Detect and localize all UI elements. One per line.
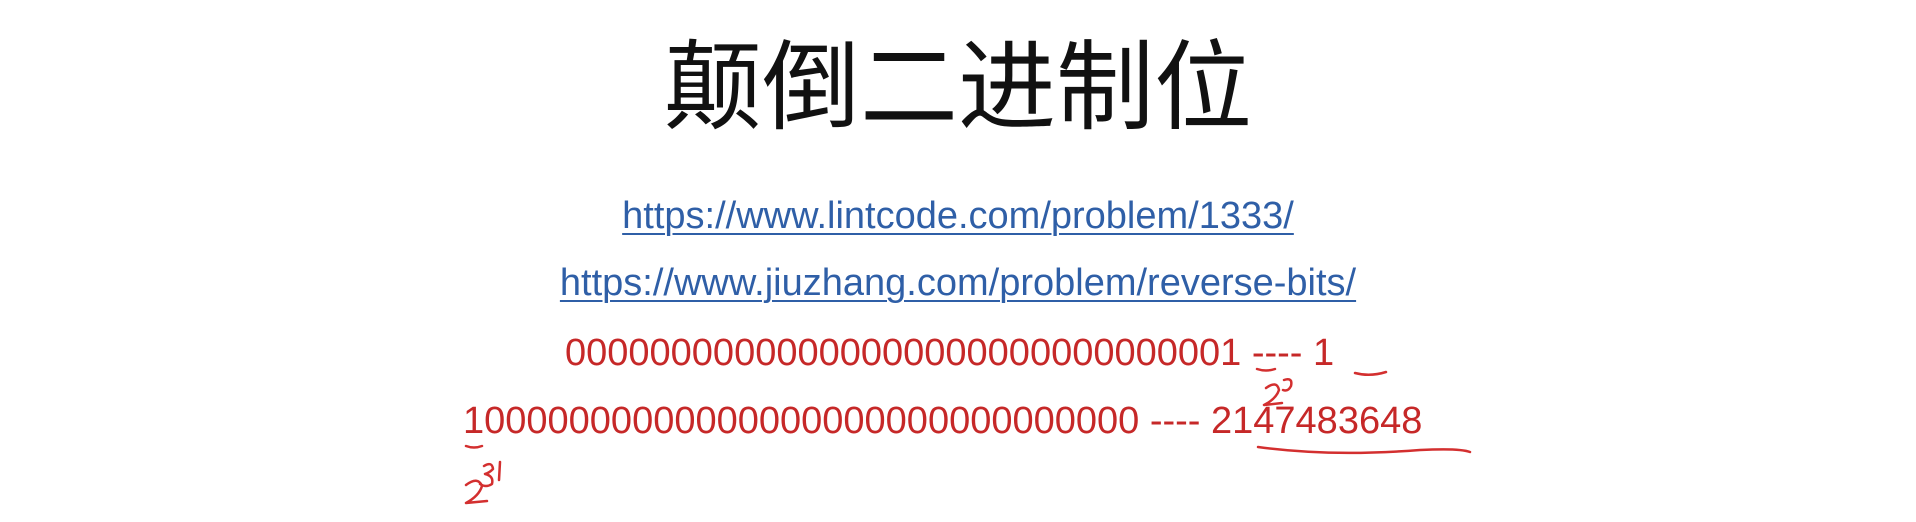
bit-row-2-value: 2147483648 [1211, 400, 1423, 442]
bit-row-2-separator: ---- [1139, 400, 1212, 442]
bit-row-2-bits: 10000000000000000000000000000000 [463, 400, 1140, 442]
underline-value-1 [1353, 370, 1388, 376]
underline-value-2147483648 [1256, 445, 1472, 455]
bit-row-1-bits: 00000000000000000000000000000001 [565, 332, 1242, 374]
bit-row-1-separator: ---- [1241, 332, 1314, 374]
underline-first-bit-row-2 [464, 444, 484, 449]
jiuzhang-link[interactable]: https://www.jiuzhang.com/problem/reverse… [0, 260, 1916, 306]
bit-row-1: 00000000000000000000000000000001 ---- 1 [565, 330, 1334, 376]
bit-row-1-value: 1 [1313, 332, 1335, 374]
lintcode-link[interactable]: https://www.lintcode.com/problem/1333/ [0, 193, 1916, 239]
handwritten-2-power-31 [464, 460, 502, 505]
slide-title: 颠倒二进制位 [663, 31, 1252, 145]
bit-row-2: 10000000000000000000000000000000 ---- 21… [463, 398, 1422, 444]
